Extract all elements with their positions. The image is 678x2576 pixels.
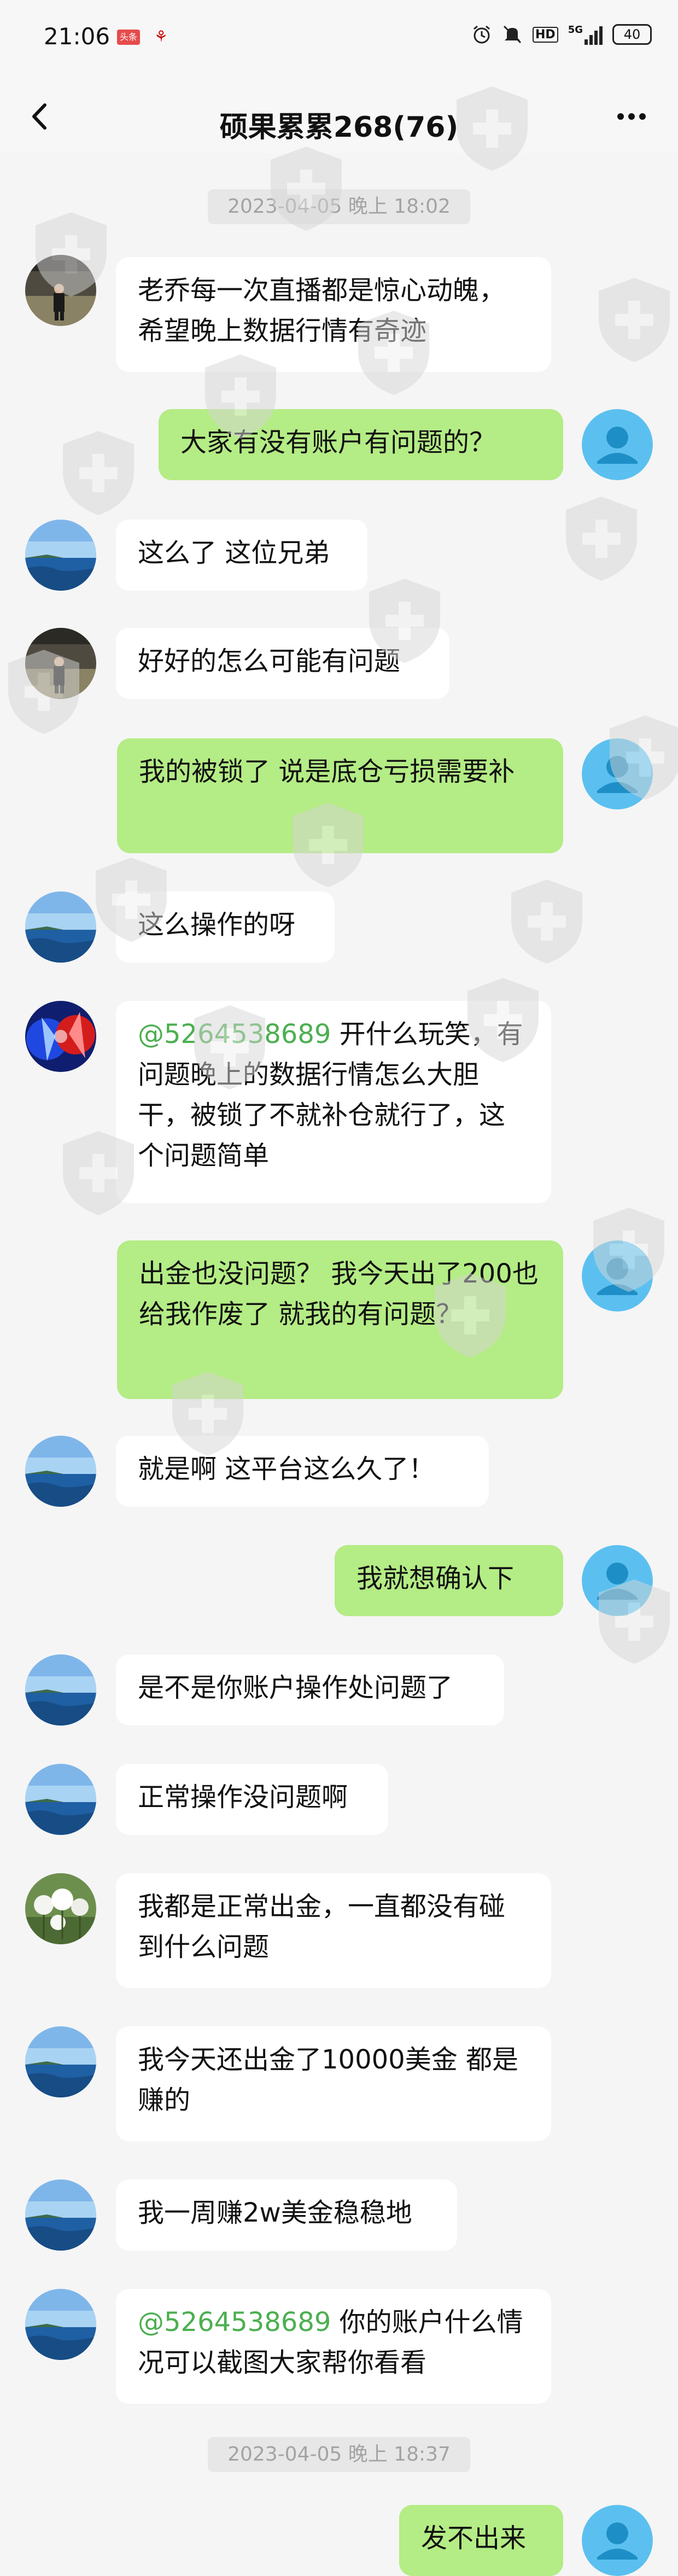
message-text: 发不出来 (421, 2523, 527, 2554)
incoming-message[interactable]: @5264538689 你的账户什么情况可以截图大家帮你看看 (116, 2289, 551, 2404)
news-badge: 头条 (117, 30, 140, 45)
sea-avatar[interactable] (25, 1764, 96, 1835)
mention-link[interactable]: @5264538689 (138, 2307, 331, 2338)
self-avatar[interactable] (582, 409, 653, 480)
incoming-message[interactable]: 老乔每一次直播都是惊心动魄，希望晚上数据行情有奇迹 (116, 257, 551, 372)
self-avatar[interactable] (582, 1545, 653, 1616)
network-type: 5G (568, 24, 583, 36)
message-text: 这么操作的呀 (138, 910, 296, 940)
man-avatar[interactable] (25, 255, 96, 326)
chat-title: 硕果累累268(76) (219, 111, 459, 144)
sea-avatar[interactable] (25, 891, 96, 963)
battery-level: 40 (623, 27, 641, 42)
incoming-message[interactable]: 我都是正常出金，一直都没有碰到什么问题 (116, 1873, 551, 1988)
watermark-shield-icon (57, 427, 139, 520)
alarm-icon (471, 24, 492, 45)
outgoing-message[interactable]: 我就想确认下 (335, 1545, 563, 1616)
self-avatar[interactable] (582, 738, 653, 809)
signal-icon: 5G (568, 24, 603, 45)
message-text: 我今天还出金了10000美金 都是赚的 (138, 2044, 518, 2115)
message-text: 是不是你账户操作处问题了 (138, 1672, 453, 1703)
incoming-message[interactable]: 这么了 这位兄弟 (116, 520, 367, 591)
message-text: 这么了 这位兄弟 (138, 538, 330, 568)
mention-link[interactable]: @5264538689 (138, 1019, 331, 1050)
more-button[interactable] (607, 97, 656, 136)
message-text: 我的被锁了 说是底仓亏损需要补 (139, 756, 515, 787)
more-icon (617, 113, 646, 120)
outgoing-message[interactable]: 我的被锁了 说是底仓亏损需要补 (117, 738, 563, 853)
message-text: 正常操作没问题啊 (138, 1782, 348, 1812)
message-text: 大家有没有账户有问题的？ (180, 427, 496, 458)
incoming-message[interactable]: 好好的怎么可能有问题 (116, 628, 449, 699)
incoming-message[interactable]: 我一周赚2w美金稳稳地 (116, 2179, 457, 2251)
incoming-message[interactable]: 我今天还出金了10000美金 都是赚的 (116, 2026, 551, 2141)
message-text: 好好的怎么可能有问题 (138, 646, 401, 677)
app-notification-icon: ⚘ (154, 27, 168, 45)
sea-avatar[interactable] (25, 520, 96, 591)
sea-avatar[interactable] (25, 2026, 96, 2097)
outgoing-message[interactable]: 发不出来 (399, 2505, 563, 2576)
status-time: 21:06 (44, 23, 110, 50)
incoming-message[interactable]: 正常操作没问题啊 (116, 1764, 388, 1835)
sea-avatar[interactable] (25, 2289, 96, 2360)
self-avatar[interactable] (582, 2505, 653, 2576)
status-bar: 21:06 头条 ⚘ HD 5G 40 (0, 0, 678, 82)
watermark-shield-icon (506, 875, 588, 968)
message-text: 出金也没问题？ 我今天出了200也给我作废了 就我的有问题？ (139, 1258, 539, 1330)
dandelion-avatar[interactable] (25, 1873, 96, 1944)
outgoing-message[interactable]: 出金也没问题？ 我今天出了200也给我作废了 就我的有问题？ (117, 1240, 563, 1399)
watermark-shield-icon (560, 492, 642, 585)
outgoing-message[interactable]: 大家有没有账户有问题的？ (159, 409, 563, 480)
sea-avatar[interactable] (25, 2179, 96, 2251)
message-text: 就是啊 这平台这么久了！ (138, 1454, 435, 1484)
incoming-message[interactable]: @5264538689 开什么玩笑，有问题晚上的数据行情怎么大胆干，被锁了不就补… (116, 1001, 551, 1203)
man-avatar[interactable] (25, 628, 96, 699)
incoming-message[interactable]: 是不是你账户操作处问题了 (116, 1654, 504, 1726)
message-text: 我一周赚2w美金稳稳地 (138, 2198, 412, 2228)
message-text: 我都是正常出金，一直都没有碰到什么问题 (138, 1891, 506, 1962)
watermark-shield-icon (593, 273, 675, 366)
hd-icon: HD (533, 26, 558, 43)
status-icons: HD 5G 40 (471, 24, 652, 45)
message-text: 老乔每一次直播都是惊心动魄，希望晚上数据行情有奇迹 (138, 275, 506, 346)
sea-avatar[interactable] (25, 1436, 96, 1507)
sea-avatar[interactable] (25, 1654, 96, 1726)
chat-header: 硕果累累268(76) (0, 82, 678, 153)
message-timestamp: 2023-04-05 晚上 18:37 (208, 2437, 470, 2472)
mute-icon (502, 24, 523, 45)
battery-icon: 40 (612, 24, 652, 45)
self-avatar[interactable] (582, 1240, 653, 1312)
blue-red-avatar[interactable] (25, 1001, 96, 1072)
message-text: 我就想确认下 (356, 1563, 515, 1594)
message-timestamp: 2023-04-05 晚上 18:02 (208, 189, 470, 224)
incoming-message[interactable]: 这么操作的呀 (116, 891, 335, 963)
incoming-message[interactable]: 就是啊 这平台这么久了！ (116, 1436, 489, 1507)
